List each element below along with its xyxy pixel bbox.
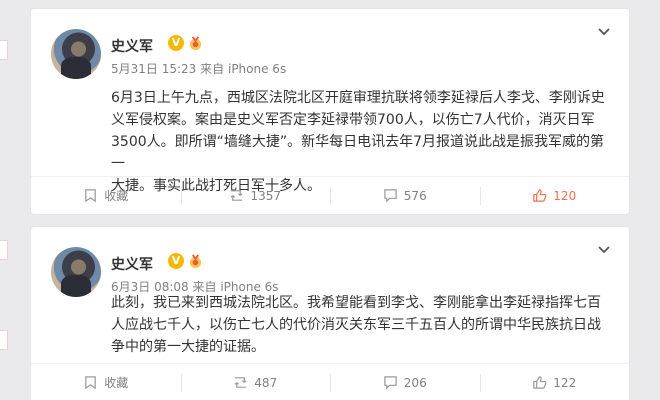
author-name[interactable]: 史义军 <box>111 36 153 56</box>
medal-icon[interactable] <box>188 254 203 269</box>
verified-badge-icon[interactable]: V <box>168 35 184 51</box>
like-button[interactable]: 120 <box>479 177 630 214</box>
comment-icon <box>384 189 397 203</box>
post-meta: 5月31日 15:23 来自 iPhone 6s <box>111 60 286 77</box>
post-actions-bar: 收藏 487 206 122 <box>31 363 629 400</box>
post-time[interactable]: 5月31日 15:23 <box>111 62 196 76</box>
comment-count: 206 <box>403 375 427 390</box>
post-text-line: 人应战七千人，以伤亡七人的代价消灭关东军三千五百人的所谓中华民族抗日战 <box>111 317 601 333</box>
post-text-line: 此刻，我已来到西城法院北区。我希望能看到李戈、李刚能拿出李延禄指挥七百 <box>111 295 601 311</box>
post-actions-bar: 收藏 1357 576 120 <box>31 176 629 214</box>
favorite-button[interactable]: 收藏 <box>31 177 181 214</box>
repost-count: 487 <box>254 375 278 390</box>
post-text-line: 义军侵权案。案由是史义军否定李延禄带领700人，以伤亡7人代价，消灭日军 <box>111 112 595 128</box>
like-count: 122 <box>553 375 577 390</box>
avatar[interactable] <box>51 29 101 79</box>
left-edge-tab <box>0 40 8 60</box>
avatar[interactable] <box>51 247 101 297</box>
author-name[interactable]: 史义军 <box>111 254 153 274</box>
like-icon <box>533 376 547 389</box>
favorite-icon <box>85 189 97 203</box>
post-text-line: 3500人。即所谓“墙缝大捷”。新华每日电讯去年7月报道说此战是振我军威的第一 <box>111 134 605 172</box>
comment-icon <box>384 376 397 390</box>
favorite-icon <box>85 376 97 390</box>
favorite-label: 收藏 <box>104 189 129 203</box>
verified-badge-icon[interactable]: V <box>168 253 184 269</box>
post-text: 此刻，我已来到西城法院北区。我希望能看到李戈、李刚能拿出李延禄指挥七百 人应战七… <box>111 292 616 358</box>
left-edge-tab <box>0 240 8 260</box>
post-source[interactable]: iPhone 6s <box>228 62 286 76</box>
comment-button[interactable]: 206 <box>330 364 480 400</box>
favorite-button[interactable]: 收藏 <box>31 364 181 400</box>
left-edge-tab <box>0 330 8 350</box>
like-button[interactable]: 122 <box>479 364 630 400</box>
like-count: 120 <box>553 188 577 203</box>
source-prefix: 来自 <box>200 62 225 76</box>
chevron-down-icon[interactable] <box>597 25 611 39</box>
weibo-post-card: 史义军 V 6月3日 08:08 来自 iPhone 6s 此刻，我已来到西城法… <box>30 226 630 400</box>
repost-count: 1357 <box>250 188 282 203</box>
comment-button[interactable]: 576 <box>330 177 480 214</box>
medal-icon[interactable] <box>188 36 203 51</box>
favorite-label: 收藏 <box>104 376 129 390</box>
chevron-down-icon[interactable] <box>597 243 611 257</box>
repost-button[interactable]: 1357 <box>180 177 331 214</box>
post-text-line: 6月3日上午九点，西城区法院北区开庭审理抗联将领李延禄后人李戈、李刚诉史 <box>111 90 605 106</box>
like-icon <box>533 189 547 202</box>
repost-icon <box>230 190 244 201</box>
post-text-line: 争中的第一大捷的证据。 <box>111 339 265 355</box>
repost-icon <box>234 377 247 388</box>
comment-count: 576 <box>403 188 427 203</box>
repost-button[interactable]: 487 <box>180 364 331 400</box>
weibo-post-card: 史义军 V 5月31日 15:23 来自 iPhone 6s 6月3日上午九点，… <box>30 8 630 215</box>
